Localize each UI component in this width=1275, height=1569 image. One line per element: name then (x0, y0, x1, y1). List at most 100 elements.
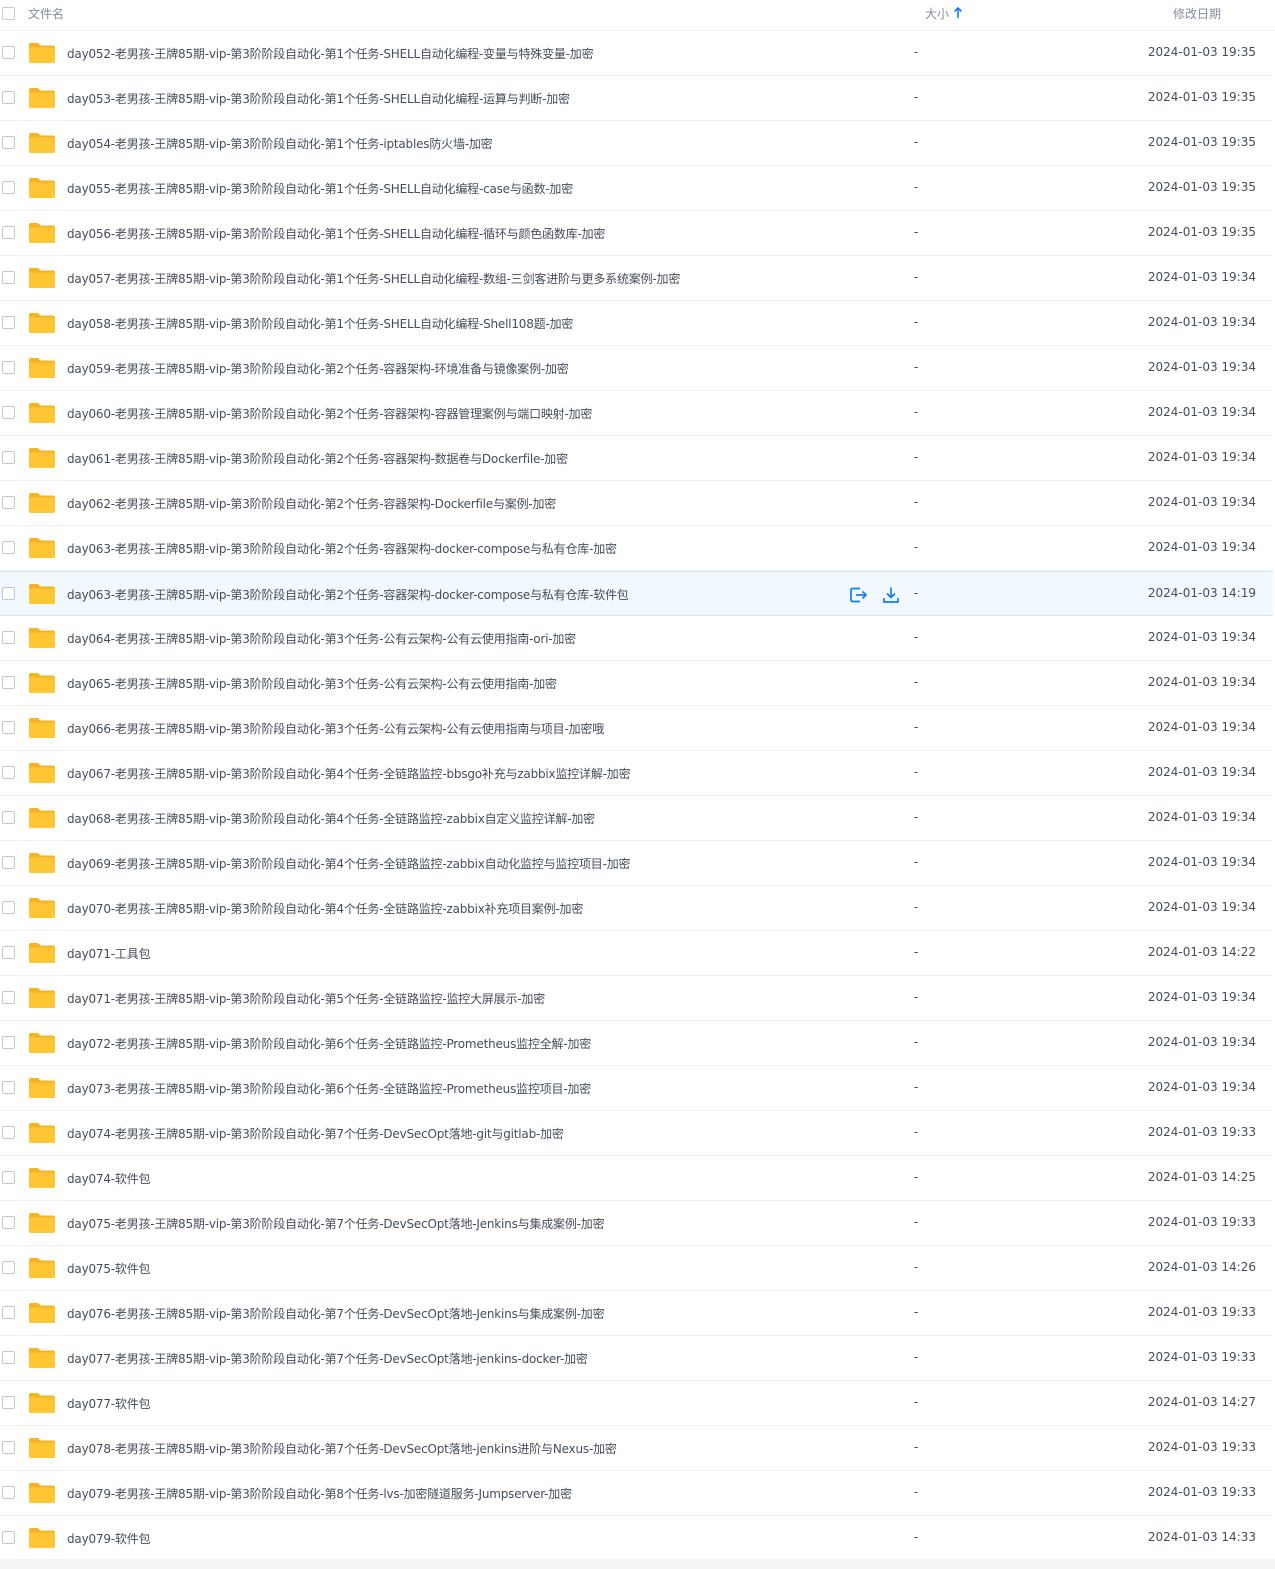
download-icon[interactable] (881, 585, 901, 605)
row-checkbox[interactable] (2, 451, 15, 464)
row-checkbox[interactable] (2, 676, 15, 689)
file-row[interactable]: day063-老男孩-王牌85期-vip-第3阶阶段自动化-第2个任务-容器架构… (0, 526, 1273, 571)
file-row[interactable]: day064-老男孩-王牌85期-vip-第3阶阶段自动化-第3个任务-公有云架… (0, 616, 1273, 661)
row-checkbox[interactable] (2, 1081, 15, 1094)
file-name[interactable]: day068-老男孩-王牌85期-vip-第3阶阶段自动化-第4个任务-全链路监… (67, 810, 595, 827)
file-row[interactable]: day061-老男孩-王牌85期-vip-第3阶阶段自动化-第2个任务-容器架构… (0, 436, 1273, 481)
file-row[interactable]: day071-工具包 - 2024-01-03 14:22 (0, 931, 1273, 976)
file-name[interactable]: day067-老男孩-王牌85期-vip-第3阶阶段自动化-第4个任务-全链路监… (67, 765, 631, 782)
file-name[interactable]: day079-软件包 (67, 1530, 151, 1547)
file-name[interactable]: day066-老男孩-王牌85期-vip-第3阶阶段自动化-第3个任务-公有云架… (67, 720, 604, 737)
row-checkbox[interactable] (2, 1171, 15, 1184)
file-name[interactable]: day052-老男孩-王牌85期-vip-第3阶阶段自动化-第1个任务-SHEL… (67, 45, 594, 62)
file-row[interactable]: day070-老男孩-王牌85期-vip-第3阶阶段自动化-第4个任务-全链路监… (0, 886, 1273, 931)
file-row[interactable]: day072-老男孩-王牌85期-vip-第3阶阶段自动化-第6个任务-全链路监… (0, 1021, 1273, 1066)
file-row[interactable]: day058-老男孩-王牌85期-vip-第3阶阶段自动化-第1个任务-SHEL… (0, 301, 1273, 346)
file-name[interactable]: day063-老男孩-王牌85期-vip-第3阶阶段自动化-第2个任务-容器架构… (67, 540, 617, 557)
row-checkbox[interactable] (2, 1216, 15, 1229)
row-checkbox[interactable] (2, 991, 15, 1004)
column-header-size[interactable]: 大小 (925, 5, 949, 22)
arrow-up-icon[interactable] (952, 6, 964, 20)
row-checkbox[interactable] (2, 226, 15, 239)
file-row[interactable]: day076-老男孩-王牌85期-vip-第3阶阶段自动化-第7个任务-DevS… (0, 1291, 1273, 1336)
file-name[interactable]: day059-老男孩-王牌85期-vip-第3阶阶段自动化-第2个任务-容器架构… (67, 360, 569, 377)
file-name[interactable]: day077-软件包 (67, 1395, 151, 1412)
file-name[interactable]: day056-老男孩-王牌85期-vip-第3阶阶段自动化-第1个任务-SHEL… (67, 225, 605, 242)
file-name[interactable]: day060-老男孩-王牌85期-vip-第3阶阶段自动化-第2个任务-容器架构… (67, 405, 592, 422)
row-checkbox[interactable] (2, 587, 15, 600)
file-name[interactable]: day078-老男孩-王牌85期-vip-第3阶阶段自动化-第7个任务-DevS… (67, 1440, 617, 1457)
row-checkbox[interactable] (2, 1441, 15, 1454)
row-checkbox[interactable] (2, 1486, 15, 1499)
file-row[interactable]: day066-老男孩-王牌85期-vip-第3阶阶段自动化-第3个任务-公有云架… (0, 706, 1273, 751)
file-row[interactable]: day053-老男孩-王牌85期-vip-第3阶阶段自动化-第1个任务-SHEL… (0, 76, 1273, 121)
file-name[interactable]: day062-老男孩-王牌85期-vip-第3阶阶段自动化-第2个任务-容器架构… (67, 495, 556, 512)
row-checkbox[interactable] (2, 271, 15, 284)
row-checkbox[interactable] (2, 316, 15, 329)
file-name[interactable]: day064-老男孩-王牌85期-vip-第3阶阶段自动化-第3个任务-公有云架… (67, 630, 576, 647)
row-checkbox[interactable] (2, 496, 15, 509)
row-checkbox[interactable] (2, 946, 15, 959)
file-row[interactable]: day069-老男孩-王牌85期-vip-第3阶阶段自动化-第4个任务-全链路监… (0, 841, 1273, 886)
file-row[interactable]: day073-老男孩-王牌85期-vip-第3阶阶段自动化-第6个任务-全链路监… (0, 1066, 1273, 1111)
file-row[interactable]: day067-老男孩-王牌85期-vip-第3阶阶段自动化-第4个任务-全链路监… (0, 751, 1273, 796)
file-name[interactable]: day075-老男孩-王牌85期-vip-第3阶阶段自动化-第7个任务-DevS… (67, 1215, 605, 1232)
file-name[interactable]: day077-老男孩-王牌85期-vip-第3阶阶段自动化-第7个任务-DevS… (67, 1350, 588, 1367)
file-row[interactable]: day055-老男孩-王牌85期-vip-第3阶阶段自动化-第1个任务-SHEL… (0, 166, 1273, 211)
file-row[interactable]: day079-老男孩-王牌85期-vip-第3阶阶段自动化-第8个任务-lvs-… (0, 1471, 1273, 1516)
file-name[interactable]: day069-老男孩-王牌85期-vip-第3阶阶段自动化-第4个任务-全链路监… (67, 855, 631, 872)
file-name[interactable]: day074-软件包 (67, 1170, 151, 1187)
file-row[interactable]: day065-老男孩-王牌85期-vip-第3阶阶段自动化-第3个任务-公有云架… (0, 661, 1273, 706)
file-name[interactable]: day073-老男孩-王牌85期-vip-第3阶阶段自动化-第6个任务-全链路监… (67, 1080, 591, 1097)
file-row[interactable]: day060-老男孩-王牌85期-vip-第3阶阶段自动化-第2个任务-容器架构… (0, 391, 1273, 436)
file-name[interactable]: day058-老男孩-王牌85期-vip-第3阶阶段自动化-第1个任务-SHEL… (67, 315, 573, 332)
file-row[interactable]: day077-老男孩-王牌85期-vip-第3阶阶段自动化-第7个任务-DevS… (0, 1336, 1273, 1381)
file-row[interactable]: day079-软件包 - 2024-01-03 14:33 (0, 1516, 1273, 1561)
file-name[interactable]: day070-老男孩-王牌85期-vip-第3阶阶段自动化-第4个任务-全链路监… (67, 900, 583, 917)
file-row[interactable]: day075-老男孩-王牌85期-vip-第3阶阶段自动化-第7个任务-DevS… (0, 1201, 1273, 1246)
share-icon[interactable] (848, 585, 868, 605)
file-name[interactable]: day079-老男孩-王牌85期-vip-第3阶阶段自动化-第8个任务-lvs-… (67, 1485, 572, 1502)
row-checkbox[interactable] (2, 631, 15, 644)
file-name[interactable]: day061-老男孩-王牌85期-vip-第3阶阶段自动化-第2个任务-容器架构… (67, 450, 568, 467)
row-checkbox[interactable] (2, 1036, 15, 1049)
row-checkbox[interactable] (2, 901, 15, 914)
file-row[interactable]: day068-老男孩-王牌85期-vip-第3阶阶段自动化-第4个任务-全链路监… (0, 796, 1273, 841)
file-name[interactable]: day065-老男孩-王牌85期-vip-第3阶阶段自动化-第3个任务-公有云架… (67, 675, 557, 692)
row-checkbox[interactable] (2, 1261, 15, 1274)
row-checkbox[interactable] (2, 811, 15, 824)
row-checkbox[interactable] (2, 1126, 15, 1139)
file-name[interactable]: day074-老男孩-王牌85期-vip-第3阶阶段自动化-第7个任务-DevS… (67, 1125, 564, 1142)
file-row[interactable]: day057-老男孩-王牌85期-vip-第3阶阶段自动化-第1个任务-SHEL… (0, 256, 1273, 301)
row-checkbox[interactable] (2, 721, 15, 734)
row-checkbox[interactable] (2, 361, 15, 374)
file-name[interactable]: day063-老男孩-王牌85期-vip-第3阶阶段自动化-第2个任务-容器架构… (67, 586, 629, 603)
row-checkbox[interactable] (2, 46, 15, 59)
row-checkbox[interactable] (2, 1396, 15, 1409)
file-row[interactable]: day054-老男孩-王牌85期-vip-第3阶阶段自动化-第1个任务-ipta… (0, 121, 1273, 166)
file-name[interactable]: day072-老男孩-王牌85期-vip-第3阶阶段自动化-第6个任务-全链路监… (67, 1035, 591, 1052)
file-row[interactable]: day052-老男孩-王牌85期-vip-第3阶阶段自动化-第1个任务-SHEL… (0, 31, 1273, 76)
file-row[interactable]: day063-老男孩-王牌85期-vip-第3阶阶段自动化-第2个任务-容器架构… (0, 571, 1273, 616)
file-row[interactable]: day078-老男孩-王牌85期-vip-第3阶阶段自动化-第7个任务-DevS… (0, 1426, 1273, 1471)
row-checkbox[interactable] (2, 1531, 15, 1544)
file-name[interactable]: day053-老男孩-王牌85期-vip-第3阶阶段自动化-第1个任务-SHEL… (67, 90, 570, 107)
file-name[interactable]: day071-老男孩-王牌85期-vip-第3阶阶段自动化-第5个任务-全链路监… (67, 990, 545, 1007)
row-checkbox[interactable] (2, 406, 15, 419)
file-row[interactable]: day074-软件包 - 2024-01-03 14:25 (0, 1156, 1273, 1201)
row-checkbox[interactable] (2, 766, 15, 779)
file-name[interactable]: day054-老男孩-王牌85期-vip-第3阶阶段自动化-第1个任务-ipta… (67, 135, 493, 152)
select-all-checkbox[interactable] (2, 7, 15, 20)
column-header-date[interactable]: 修改日期 (1173, 5, 1221, 22)
file-row[interactable]: day071-老男孩-王牌85期-vip-第3阶阶段自动化-第5个任务-全链路监… (0, 976, 1273, 1021)
row-checkbox[interactable] (2, 541, 15, 554)
file-row[interactable]: day074-老男孩-王牌85期-vip-第3阶阶段自动化-第7个任务-DevS… (0, 1111, 1273, 1156)
row-checkbox[interactable] (2, 856, 15, 869)
file-name[interactable]: day071-工具包 (67, 945, 151, 962)
file-row[interactable]: day059-老男孩-王牌85期-vip-第3阶阶段自动化-第2个任务-容器架构… (0, 346, 1273, 391)
file-name[interactable]: day055-老男孩-王牌85期-vip-第3阶阶段自动化-第1个任务-SHEL… (67, 180, 573, 197)
file-row[interactable]: day075-软件包 - 2024-01-03 14:26 (0, 1246, 1273, 1291)
row-checkbox[interactable] (2, 181, 15, 194)
row-checkbox[interactable] (2, 91, 15, 104)
row-checkbox[interactable] (2, 1351, 15, 1364)
